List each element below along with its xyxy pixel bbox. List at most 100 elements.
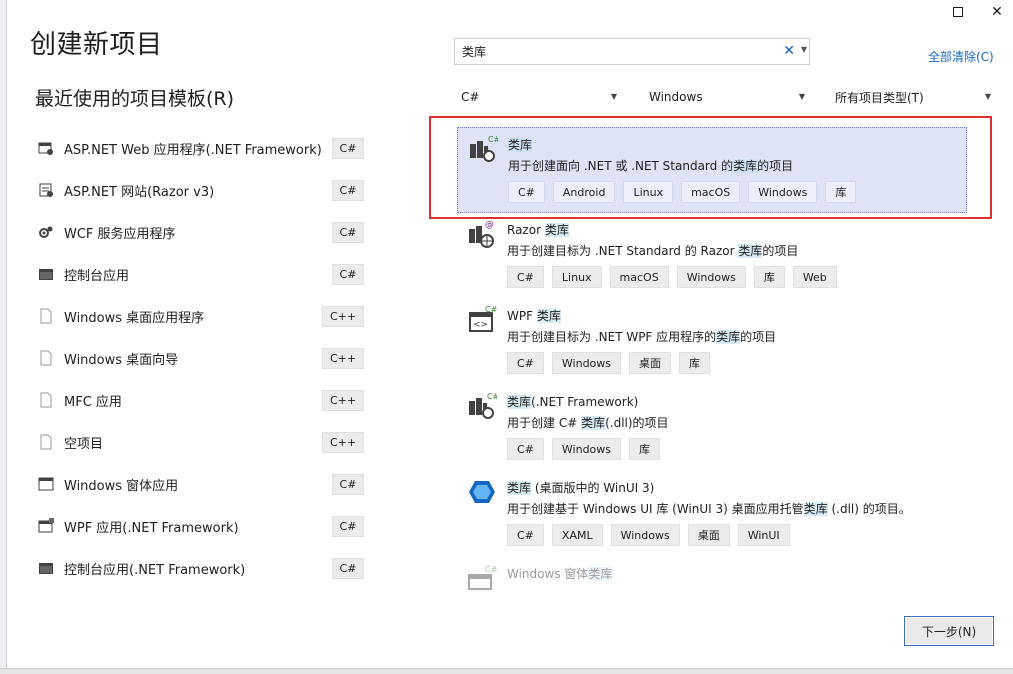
template-tag: C# — [507, 524, 544, 546]
language-badge: C# — [332, 222, 364, 243]
description-text: 用于创建面向 .NET 或 .NET Standard 的 — [508, 159, 734, 173]
platform-filter[interactable]: Windows ▼ — [649, 85, 805, 109]
recent-template-label: MFC 应用 — [64, 394, 122, 410]
recent-template-label: 控制台应用 — [64, 268, 130, 284]
file-icon — [37, 307, 55, 325]
template-title: 类库 (桌面版中的 WinUI 3) — [507, 479, 654, 496]
title-text: (桌面版中的 WinUI 3) — [531, 481, 655, 495]
language-badge: C# — [332, 474, 364, 495]
recent-template-label: Windows 桌面应用程序 — [64, 310, 205, 326]
search-match-highlight: 类库 — [536, 309, 561, 323]
recent-template-item[interactable]: 控制台应用 C# — [34, 253, 370, 295]
search-match-highlight: 类库 — [738, 244, 763, 258]
template-description: 用于创建基于 Windows UI 库 (WinUI 3) 桌面应用托管类库 (… — [507, 500, 911, 517]
winui-icon — [467, 477, 497, 507]
template-tags: C# Windows 库 — [507, 438, 661, 460]
template-result[interactable]: C# 类库用于创建面向 .NET 或 .NET Standard 的类库的项目 C#… — [457, 127, 967, 213]
template-result[interactable]: C# Windows 窗体类库 — [457, 557, 987, 590]
language-badge: C++ — [322, 432, 364, 453]
template-tag: macOS — [681, 181, 741, 203]
template-tags: C# Android Linux macOS Windows 库 — [508, 181, 857, 203]
class-library-icon: C# — [468, 134, 501, 164]
template-result[interactable]: C#类库(.NET Framework)用于创建 C# 类库(.dll)的项目C… — [457, 385, 987, 471]
project-type-filter[interactable]: 所有项目类型(T) ▼ — [835, 85, 991, 109]
framework-library-icon: C# — [467, 391, 500, 421]
recent-template-label: 控制台应用(.NET Framework) — [64, 562, 246, 578]
description-text: 用于创建目标为 .NET Standard 的 Razor — [507, 244, 739, 258]
template-title: Razor 类库 — [507, 221, 569, 238]
search-match-highlight: 类库 — [508, 138, 533, 152]
language-badge: C# — [332, 138, 364, 159]
recent-template-item[interactable]: MFC 应用 C++ — [34, 379, 370, 421]
template-tag: Android — [552, 181, 616, 203]
recent-templates-list: ASP.NET Web 应用程序(.NET Framework) C# ASP.NE… — [34, 127, 370, 589]
template-tag: Windows — [551, 352, 622, 374]
svg-text:<>: <> — [473, 320, 488, 330]
platform-filter-value: Windows — [649, 90, 703, 104]
template-tag: 库 — [753, 266, 785, 288]
recent-template-item[interactable]: WPF 应用(.NET Framework) C# — [34, 505, 370, 547]
recent-template-item[interactable]: Windows 桌面应用程序 C++ — [34, 295, 370, 337]
description-text: 的项目 — [757, 159, 794, 173]
maximize-button[interactable] — [941, 2, 975, 22]
template-result[interactable]: 类库 (桌面版中的 WinUI 3) 用于创建基于 Windows UI 库 (W… — [457, 471, 987, 557]
template-result[interactable]: <> C# WPF 类库 用于创建目标为 .NET WPF 应用程序的类库的项目 C# W… — [457, 299, 987, 385]
recent-template-item[interactable]: Windows 窗体应用 C# — [34, 463, 370, 505]
recent-templates-heading: 最近使用的项目模板(R) — [35, 88, 235, 110]
search-match-highlight: 类库 — [716, 330, 741, 344]
description-text: 用于创建目标为 .NET WPF 应用程序的 — [507, 330, 717, 344]
recent-template-item[interactable]: ASP.NET 网站(Razor v3) C# — [34, 169, 370, 211]
recent-template-label: WCF 服务应用程序 — [64, 226, 176, 242]
close-button[interactable]: ✕ — [980, 2, 1013, 22]
recent-template-item[interactable]: Windows 桌面向导 C++ — [34, 337, 370, 379]
chevron-down-icon: ▼ — [610, 92, 617, 101]
language-badge: C++ — [322, 390, 364, 411]
language-badge: C# — [332, 558, 364, 579]
template-tag: Linux — [623, 181, 674, 203]
template-tag: macOS — [609, 266, 669, 288]
maximize-icon — [953, 7, 963, 17]
template-tag: 库 — [679, 352, 711, 374]
template-title: 类库(.NET Framework) — [507, 393, 638, 410]
web-project-icon — [37, 139, 55, 157]
recent-template-item[interactable]: ASP.NET Web 应用程序(.NET Framework) C# — [34, 127, 370, 169]
clear-icon[interactable]: ✕ — [783, 43, 795, 59]
description-text: 用于创建 C# — [507, 416, 582, 430]
search-match-highlight: 类库 — [733, 159, 758, 173]
language-badge: C# — [332, 264, 364, 285]
description-text: 的项目 — [740, 330, 777, 344]
template-tag: 库 — [629, 438, 661, 460]
template-tag: C# — [508, 181, 545, 203]
search-input[interactable] — [455, 39, 775, 64]
language-filter[interactable]: C# ▼ — [461, 85, 617, 109]
search-match-highlight: 类库 — [507, 481, 532, 495]
template-tags: C# XAML Windows 桌面 WinUI — [507, 524, 790, 546]
close-icon: ✕ — [991, 4, 1003, 20]
window-form-icon — [37, 475, 55, 493]
recent-template-label: WPF 应用(.NET Framework) — [64, 520, 239, 536]
language-badge: C# — [332, 180, 364, 201]
recent-template-item[interactable]: WCF 服务应用程序 C# — [34, 211, 370, 253]
template-description: 用于创建目标为 .NET WPF 应用程序的类库的项目 — [507, 328, 776, 345]
recent-template-label: 空项目 — [64, 436, 104, 452]
title-text: WPF — [507, 309, 537, 323]
clear-all-link[interactable]: 全部清除(C) — [928, 48, 994, 65]
template-tags: C# Linux macOS Windows 库 Web — [507, 266, 837, 288]
svg-text:C#: C# — [485, 565, 497, 574]
recent-template-item[interactable]: 控制台应用(.NET Framework) C# — [34, 547, 370, 589]
template-tag: XAML — [551, 524, 603, 546]
file-icon — [37, 433, 55, 451]
template-description: 用于创建目标为 .NET Standard 的 Razor 类库的项目 — [507, 242, 798, 259]
recent-template-label: ASP.NET 网站(Razor v3) — [64, 184, 215, 200]
template-tag: 桌面 — [687, 524, 730, 546]
recent-template-item[interactable]: 空项目 C++ — [34, 421, 370, 463]
razor-library-icon: @ — [467, 219, 497, 249]
next-button[interactable]: 下一步(N) — [904, 616, 994, 646]
search-box[interactable]: ✕ ▼ — [454, 38, 810, 65]
template-tag: Web — [792, 266, 837, 288]
title-text: (.NET Framework) — [531, 395, 639, 409]
template-tag: Windows — [610, 524, 680, 546]
template-result[interactable]: @ Razor 类库用于创建目标为 .NET Standard 的 Razor 类… — [457, 213, 987, 299]
dropdown-arrow-icon[interactable]: ▼ — [801, 45, 807, 54]
template-tag: C# — [507, 352, 544, 374]
